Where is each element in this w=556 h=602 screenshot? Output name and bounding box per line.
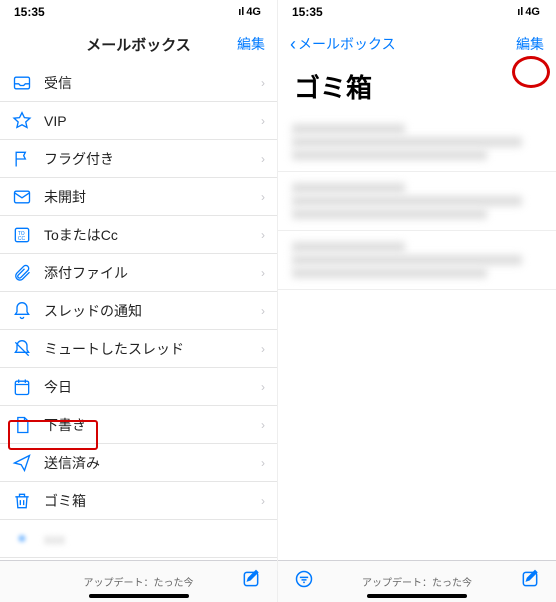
mailbox-row-blurred[interactable]: ● xxx bbox=[0, 520, 277, 558]
calendar-icon bbox=[12, 377, 32, 397]
edit-button[interactable]: 編集 bbox=[516, 34, 544, 54]
back-label: メールボックス bbox=[298, 34, 396, 54]
status-time: 15:35 bbox=[292, 5, 323, 19]
document-icon bbox=[12, 415, 32, 435]
chevron-right-icon: › bbox=[261, 152, 265, 166]
mailbox-row-trash[interactable]: ゴミ箱 › bbox=[0, 482, 277, 520]
status-bar: 15:35 ıl 4G bbox=[0, 0, 277, 24]
mailbox-row-unread[interactable]: 未開封 › bbox=[0, 178, 277, 216]
mailbox-row-vip[interactable]: VIP › bbox=[0, 102, 277, 140]
email-item[interactable] bbox=[278, 172, 556, 231]
status-bar: 15:35 ıl 4G bbox=[278, 0, 556, 24]
svg-text:CC: CC bbox=[18, 236, 26, 242]
phone-right: 15:35 ıl 4G ‹ メールボックス 編集 ゴミ箱 アップデート：たった今 bbox=[278, 0, 556, 602]
page-title: ゴミ箱 bbox=[278, 64, 556, 113]
row-label: スレッドの通知 bbox=[44, 301, 249, 321]
chevron-right-icon: › bbox=[261, 304, 265, 318]
compose-button[interactable] bbox=[520, 569, 540, 594]
update-status: アップデート：たった今 bbox=[362, 574, 472, 589]
row-label: 受信 bbox=[44, 73, 249, 93]
mailbox-row-flagged[interactable]: フラグ付き › bbox=[0, 140, 277, 178]
star-icon bbox=[12, 111, 32, 131]
chevron-right-icon: › bbox=[261, 456, 265, 470]
row-label: 下書き bbox=[44, 415, 249, 435]
filter-button[interactable] bbox=[294, 569, 314, 594]
envelope-icon bbox=[12, 187, 32, 207]
mailbox-row-muted[interactable]: ミュートしたスレッド › bbox=[0, 330, 277, 368]
chevron-left-icon: ‹ bbox=[290, 34, 296, 55]
bell-icon bbox=[12, 301, 32, 321]
mailbox-row-attachment[interactable]: 添付ファイル › bbox=[0, 254, 277, 292]
chevron-right-icon: › bbox=[261, 494, 265, 508]
tocc-icon: TOCC bbox=[12, 225, 32, 245]
mailbox-row-inbox[interactable]: 受信 › bbox=[0, 64, 277, 102]
chevron-right-icon: › bbox=[261, 418, 265, 432]
chevron-right-icon: › bbox=[261, 190, 265, 204]
bell-slash-icon bbox=[12, 339, 32, 359]
mailbox-row-tocc[interactable]: TOCC ToまたはCc › bbox=[0, 216, 277, 254]
chevron-right-icon: › bbox=[261, 76, 265, 90]
email-list bbox=[278, 113, 556, 560]
update-status: アップデート：たった今 bbox=[84, 574, 194, 589]
phone-left: 15:35 ıl 4G メールボックス 編集 受信 › VIP › フラグ付き … bbox=[0, 0, 278, 602]
mailbox-row-thread-notify[interactable]: スレッドの通知 › bbox=[0, 292, 277, 330]
row-label: VIP bbox=[44, 113, 249, 129]
row-label: xxx bbox=[44, 531, 265, 547]
row-label: ToまたはCc bbox=[44, 225, 249, 245]
trash-icon bbox=[12, 491, 32, 511]
network-label: 4G bbox=[525, 6, 540, 18]
email-item[interactable] bbox=[278, 113, 556, 172]
back-button[interactable]: ‹ メールボックス bbox=[290, 34, 396, 55]
nav-title: メールボックス bbox=[86, 34, 191, 55]
compose-button[interactable] bbox=[241, 569, 261, 594]
edit-button[interactable]: 編集 bbox=[237, 34, 265, 54]
chevron-right-icon: › bbox=[261, 380, 265, 394]
chevron-right-icon: › bbox=[261, 266, 265, 280]
chevron-right-icon: › bbox=[261, 228, 265, 242]
status-indicators: ıl 4G bbox=[238, 6, 263, 18]
blurred-icon: ● bbox=[12, 529, 32, 549]
email-item[interactable] bbox=[278, 231, 556, 290]
status-indicators: ıl 4G bbox=[517, 6, 542, 18]
home-indicator bbox=[89, 594, 189, 598]
mailbox-row-today[interactable]: 今日 › bbox=[0, 368, 277, 406]
row-label: ゴミ箱 bbox=[44, 491, 249, 511]
signal-icon: ıl bbox=[238, 6, 244, 18]
inbox-icon bbox=[12, 73, 32, 93]
row-label: 送信済み bbox=[44, 453, 249, 473]
flag-icon bbox=[12, 149, 32, 169]
row-label: ミュートしたスレッド bbox=[44, 339, 249, 359]
nav-bar: メールボックス 編集 bbox=[0, 24, 277, 64]
signal-icon: ıl bbox=[517, 6, 523, 18]
row-label: 今日 bbox=[44, 377, 249, 397]
chevron-right-icon: › bbox=[261, 342, 265, 356]
row-label: 未開封 bbox=[44, 187, 249, 207]
mailbox-row-sent[interactable]: 送信済み › bbox=[0, 444, 277, 482]
status-time: 15:35 bbox=[14, 5, 45, 19]
mailbox-row-drafts[interactable]: 下書き › bbox=[0, 406, 277, 444]
network-label: 4G bbox=[246, 6, 261, 18]
paperplane-icon bbox=[12, 453, 32, 473]
row-label: 添付ファイル bbox=[44, 263, 249, 283]
chevron-right-icon: › bbox=[261, 114, 265, 128]
nav-bar: ‹ メールボックス 編集 bbox=[278, 24, 556, 64]
paperclip-icon bbox=[12, 263, 32, 283]
home-indicator bbox=[367, 594, 467, 598]
mailbox-list: 受信 › VIP › フラグ付き › 未開封 › TOCC ToまたはCc › … bbox=[0, 64, 277, 560]
row-label: フラグ付き bbox=[44, 149, 249, 169]
